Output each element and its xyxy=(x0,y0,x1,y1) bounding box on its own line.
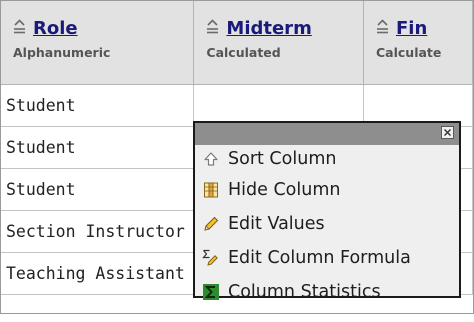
column-title-final[interactable]: Fin xyxy=(396,18,427,39)
column-header-final[interactable]: Fin Calculate xyxy=(363,1,473,85)
menu-item-label: Hide Column xyxy=(228,180,341,200)
menu-item-label: Column Statistics xyxy=(228,282,381,302)
column-type-final: Calculate xyxy=(376,45,442,60)
column-header-midterm[interactable]: Midterm Calculated xyxy=(193,1,364,85)
menu-item-edit-values[interactable]: Edit Values xyxy=(195,207,459,241)
menu-title-bar xyxy=(195,123,459,145)
sort-icon[interactable] xyxy=(376,19,389,36)
gradebook-grid: Role Alphanumeric Midterm Calculated Fin… xyxy=(0,0,474,314)
hide-column-icon xyxy=(202,181,220,199)
header-row: Role Alphanumeric Midterm Calculated Fin… xyxy=(1,1,473,85)
menu-item-label: Edit Column Formula xyxy=(228,248,411,268)
sort-arrow-icon xyxy=(202,150,220,168)
cell-role[interactable]: Student xyxy=(1,84,195,127)
sort-icon[interactable] xyxy=(13,19,26,36)
pencil-icon xyxy=(202,215,220,233)
menu-item-column-statistics[interactable]: Column Statistics xyxy=(195,275,459,309)
menu-item-label: Edit Values xyxy=(228,214,325,234)
menu-item-label: Sort Column xyxy=(228,149,337,169)
cell-role[interactable]: Section Instructor xyxy=(1,210,195,253)
column-type-role: Alphanumeric xyxy=(13,45,111,60)
column-header-role[interactable]: Role Alphanumeric xyxy=(1,1,195,85)
table-row: Student xyxy=(1,84,473,127)
column-context-menu: Sort Column Hide Column Edit Values Edit… xyxy=(193,121,461,302)
column-title-role[interactable]: Role xyxy=(33,18,78,39)
cell-role[interactable]: Student xyxy=(1,126,195,169)
cell-final[interactable] xyxy=(363,84,473,127)
column-type-midterm: Calculated xyxy=(206,45,281,60)
menu-item-edit-column-formula[interactable]: Edit Column Formula xyxy=(195,241,459,275)
menu-item-hide-column[interactable]: Hide Column xyxy=(195,173,459,207)
cell-midterm[interactable] xyxy=(193,84,364,127)
cell-role[interactable]: Student xyxy=(1,168,195,211)
menu-item-sort-column[interactable]: Sort Column xyxy=(195,145,459,173)
close-icon[interactable] xyxy=(441,126,454,139)
sort-icon[interactable] xyxy=(206,19,219,36)
cell-role[interactable]: Teaching Assistant xyxy=(1,252,195,295)
column-title-midterm[interactable]: Midterm xyxy=(226,18,311,39)
sigma-icon xyxy=(202,283,220,301)
sigma-pencil-icon xyxy=(202,249,220,267)
